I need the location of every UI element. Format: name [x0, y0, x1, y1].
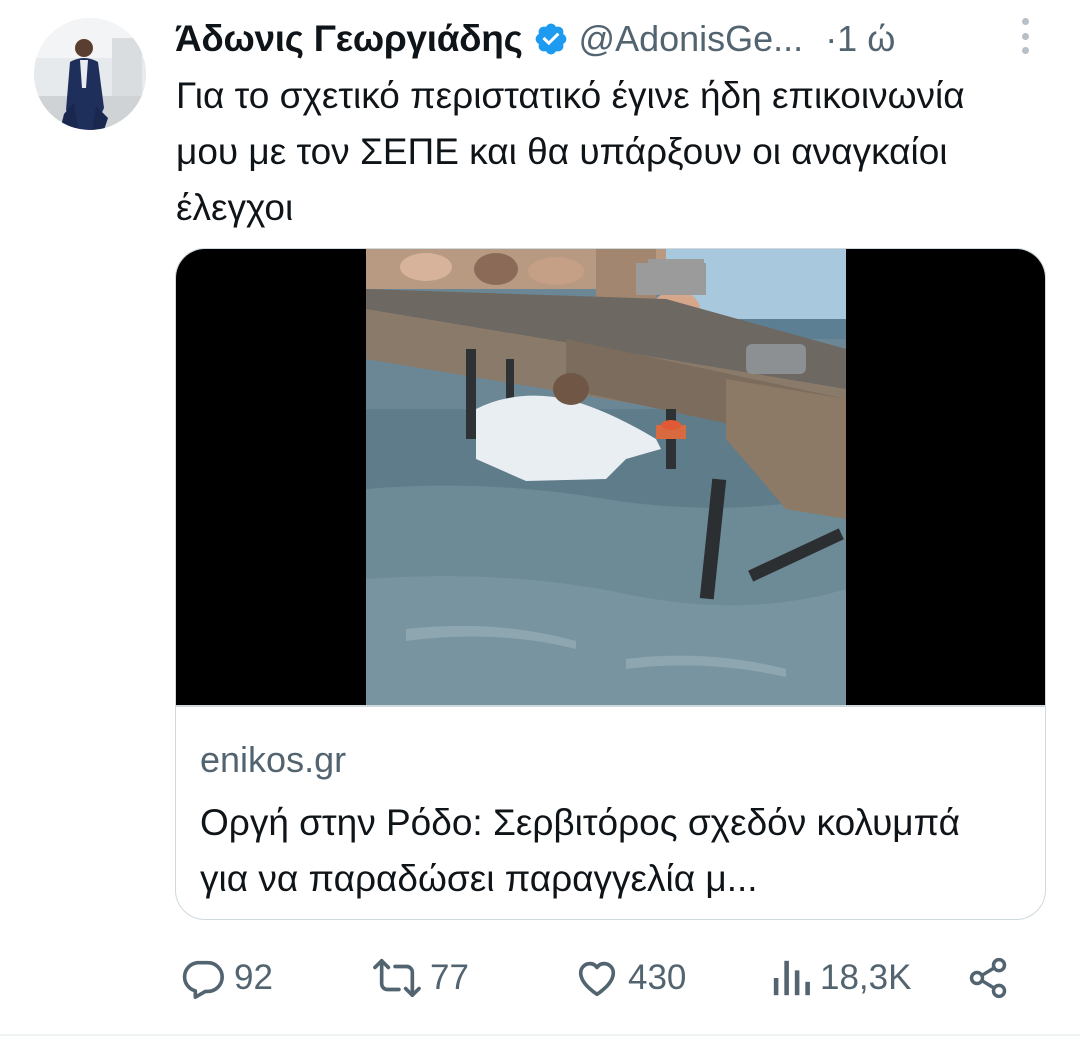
- reply-count: 92: [234, 958, 273, 997]
- reply-icon: [180, 955, 226, 1001]
- share-icon: [966, 955, 1010, 1001]
- heart-icon: [574, 955, 620, 1001]
- link-card-image[interactable]: [176, 249, 1045, 705]
- link-card-domain: enikos.gr: [200, 739, 347, 780]
- retweet-count: 77: [430, 958, 469, 997]
- share-button[interactable]: [966, 950, 1010, 1006]
- author-handle[interactable]: @AdonisGe...: [579, 18, 804, 60]
- tweet-text: Για το σχετικό περιστατικό έγινε ήδη επι…: [176, 75, 965, 228]
- more-vertical-icon[interactable]: [1010, 16, 1040, 56]
- views-count: 18,3K: [820, 958, 912, 997]
- author-name[interactable]: Άδωνις Γεωργιάδης: [175, 18, 523, 60]
- card-divider: [176, 705, 1045, 707]
- views-button[interactable]: 18,3K: [770, 950, 911, 1006]
- like-count: 430: [628, 958, 687, 997]
- tweet-time[interactable]: ·1 ώ: [825, 18, 895, 60]
- tweet-header: Άδωνις Γεωργιάδης @AdonisGe... ·1 ώ: [175, 14, 1035, 64]
- like-button[interactable]: 430: [574, 950, 686, 1006]
- link-card-title: Οργή στην Ρόδο: Σερβιτόρος σχεδόν κολυμπ…: [200, 802, 961, 899]
- views-chart-icon: [770, 955, 812, 1001]
- reply-button[interactable]: 92: [180, 950, 273, 1006]
- tweet-divider: [0, 1034, 1080, 1036]
- retweet-icon: [372, 955, 422, 1001]
- avatar[interactable]: [34, 18, 146, 130]
- verified-badge-icon: [533, 21, 569, 57]
- tweet[interactable]: Άδωνις Γεωργιάδης @AdonisGe... ·1 ώ Για …: [0, 0, 1080, 1036]
- tweet-actions: 92 77 430 18,3K: [0, 950, 1080, 1006]
- retweet-button[interactable]: 77: [372, 950, 469, 1006]
- link-card[interactable]: enikos.gr Οργή στην Ρόδο: Σερβιτόρος σχε…: [175, 248, 1046, 920]
